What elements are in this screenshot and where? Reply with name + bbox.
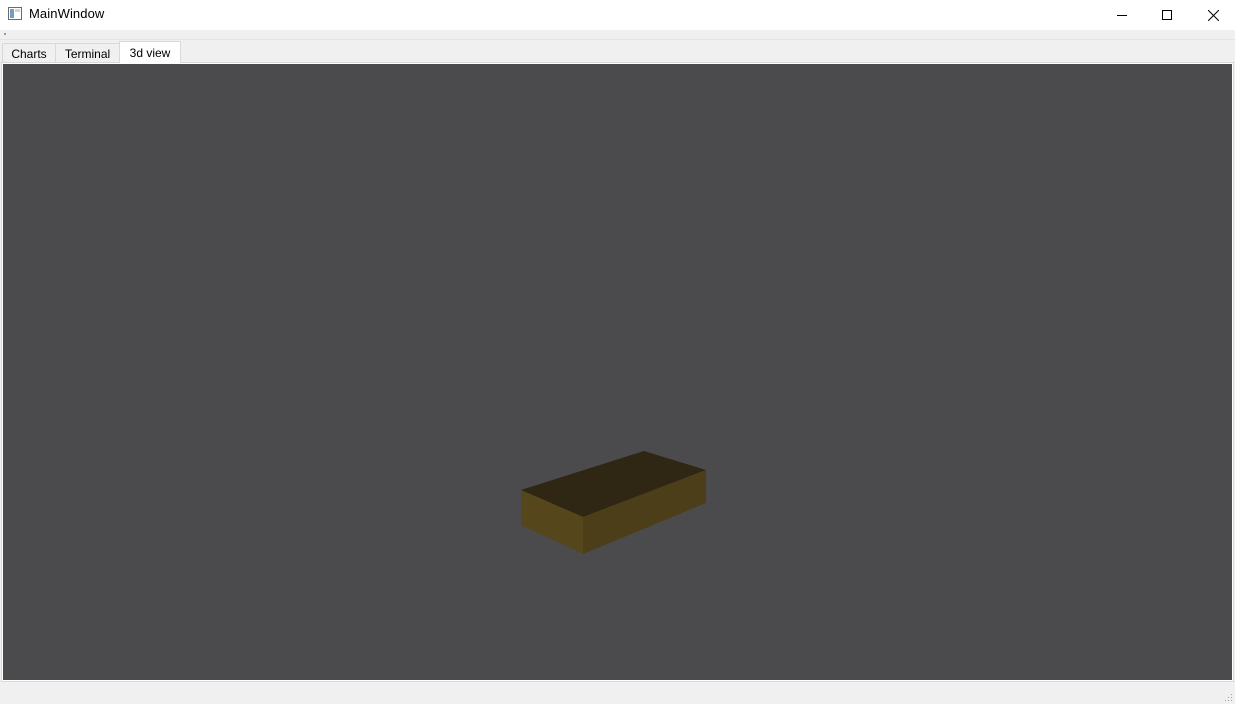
tab-label: Charts [11, 46, 47, 61]
window-title: MainWindow [29, 6, 105, 21]
3d-viewport[interactable] [3, 64, 1232, 680]
minimize-button[interactable] [1099, 0, 1145, 30]
close-button[interactable] [1190, 0, 1235, 30]
menu-bar-handle [4, 33, 6, 35]
size-grip-icon[interactable] [1223, 692, 1233, 702]
title-bar[interactable]: MainWindow [0, 0, 1235, 30]
main-window: MainWindow Charts Terminal 3d view [0, 0, 1235, 704]
3d-scene [521, 451, 706, 554]
tab-bar: Charts Terminal 3d view [0, 41, 1235, 63]
tab-terminal[interactable]: Terminal [55, 43, 120, 63]
maximize-icon [1162, 10, 1172, 20]
tab-label: 3d view [129, 45, 171, 60]
tab-charts[interactable]: Charts [2, 43, 56, 63]
tab-pane [1, 62, 1234, 682]
window-app-icon [8, 7, 22, 20]
tab-3d-view[interactable]: 3d view [119, 41, 181, 63]
close-icon [1207, 9, 1219, 21]
minimize-icon [1117, 15, 1127, 16]
maximize-button[interactable] [1144, 0, 1190, 30]
menu-bar[interactable] [0, 30, 1235, 40]
tab-label: Terminal [64, 46, 111, 61]
status-bar [0, 682, 1235, 704]
